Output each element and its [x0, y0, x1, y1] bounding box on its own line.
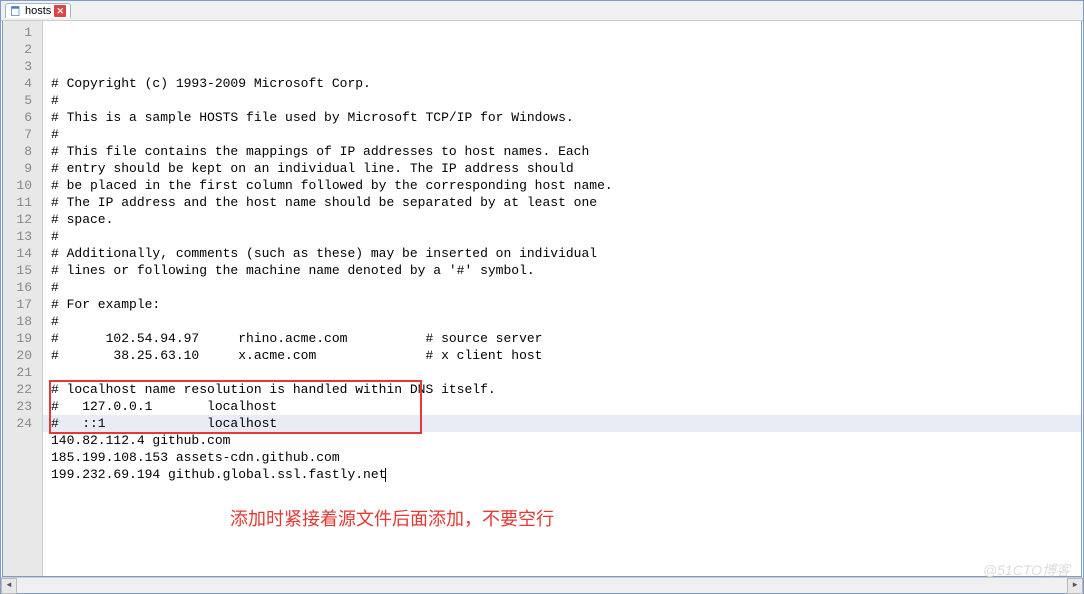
- code-line: # The IP address and the host name shoul…: [51, 194, 1081, 211]
- code-line: # 102.54.94.97 rhino.acme.com # source s…: [51, 330, 1081, 347]
- line-number: 13: [9, 228, 32, 245]
- code-line: #: [51, 279, 1081, 296]
- code-line: # For example:: [51, 296, 1081, 313]
- tab-bar: hosts ✕: [1, 1, 1083, 21]
- code-line: 199.232.69.194 github.global.ssl.fastly.…: [51, 466, 1081, 483]
- code-line: # 38.25.63.10 x.acme.com # x client host: [51, 347, 1081, 364]
- code-line: #: [51, 92, 1081, 109]
- line-number: 16: [9, 279, 32, 296]
- line-number: 10: [9, 177, 32, 194]
- line-number: 17: [9, 296, 32, 313]
- line-number: 9: [9, 160, 32, 177]
- tab-filename: hosts: [25, 5, 51, 17]
- code-area[interactable]: # Copyright (c) 1993-2009 Microsoft Corp…: [43, 21, 1081, 576]
- code-line: #: [51, 126, 1081, 143]
- editor-area: 123456789101112131415161718192021222324 …: [2, 21, 1082, 577]
- code-line: # ::1 localhost: [51, 415, 1081, 432]
- code-line: # 127.0.0.1 localhost: [51, 398, 1081, 415]
- line-number: 2: [9, 41, 32, 58]
- line-number: 1: [9, 24, 32, 41]
- code-line: # This file contains the mappings of IP …: [51, 143, 1081, 160]
- code-line: # This is a sample HOSTS file used by Mi…: [51, 109, 1081, 126]
- text-cursor: [385, 468, 386, 482]
- code-line: 185.199.108.153 assets-cdn.github.com: [51, 449, 1081, 466]
- line-number: 8: [9, 143, 32, 160]
- line-number: 14: [9, 245, 32, 262]
- scroll-track[interactable]: [17, 578, 1067, 593]
- code-line: [51, 364, 1081, 381]
- file-icon: [10, 5, 22, 17]
- line-number-gutter: 123456789101112131415161718192021222324: [3, 21, 43, 576]
- line-number: 6: [9, 109, 32, 126]
- line-number: 3: [9, 58, 32, 75]
- code-line: # space.: [51, 211, 1081, 228]
- tab-close-button[interactable]: ✕: [54, 5, 66, 17]
- line-number: 24: [9, 415, 32, 432]
- annotation-text: 添加时紧接着源文件后面添加，不要空行: [230, 505, 554, 531]
- code-line: 140.82.112.4 github.com: [51, 432, 1081, 449]
- code-content: # Copyright (c) 1993-2009 Microsoft Corp…: [51, 75, 1081, 483]
- line-number: 5: [9, 92, 32, 109]
- code-line: # localhost name resolution is handled w…: [51, 381, 1081, 398]
- line-number: 4: [9, 75, 32, 92]
- code-line: # Copyright (c) 1993-2009 Microsoft Corp…: [51, 75, 1081, 92]
- code-line: # lines or following the machine name de…: [51, 262, 1081, 279]
- line-number: 21: [9, 364, 32, 381]
- code-line: # be placed in the first column followed…: [51, 177, 1081, 194]
- horizontal-scrollbar[interactable]: ◄ ►: [1, 577, 1083, 593]
- watermark: @51CTO博客: [983, 560, 1070, 580]
- line-number: 15: [9, 262, 32, 279]
- code-line: #: [51, 313, 1081, 330]
- line-number: 12: [9, 211, 32, 228]
- line-number: 19: [9, 330, 32, 347]
- line-number: 11: [9, 194, 32, 211]
- scroll-left-button[interactable]: ◄: [1, 578, 17, 594]
- code-line: # entry should be kept on an individual …: [51, 160, 1081, 177]
- code-line: #: [51, 228, 1081, 245]
- code-line: # Additionally, comments (such as these)…: [51, 245, 1081, 262]
- line-number: 18: [9, 313, 32, 330]
- line-number: 7: [9, 126, 32, 143]
- file-tab[interactable]: hosts ✕: [5, 3, 71, 18]
- line-number: 22: [9, 381, 32, 398]
- line-number: 23: [9, 398, 32, 415]
- line-number: 20: [9, 347, 32, 364]
